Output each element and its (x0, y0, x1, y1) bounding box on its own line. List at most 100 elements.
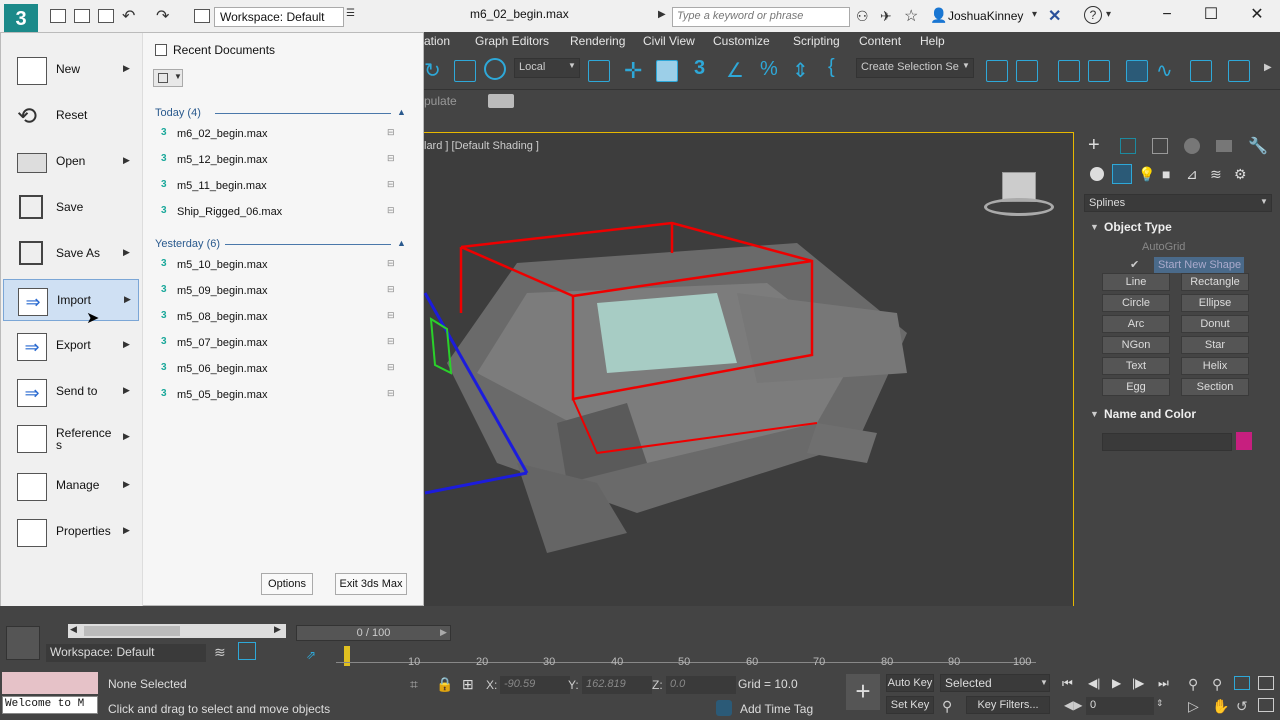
pin-icon[interactable]: ⊟ (387, 310, 395, 321)
isolate-selection-icon[interactable]: ⌗ (410, 676, 418, 693)
app-menu-export[interactable]: ⇒ Export ▶ (3, 325, 139, 367)
shape-ellipse-button[interactable]: Ellipse (1181, 294, 1249, 312)
key-filters-button[interactable]: Key Filters... (966, 696, 1050, 714)
recent-file-row[interactable]: 3 m5_05_begin.max ⊟ (157, 386, 407, 406)
recent-file-row[interactable]: 3 m6_02_begin.max ⊟ (157, 125, 407, 145)
open-file-icon[interactable] (74, 9, 90, 23)
recent-file-row[interactable]: 3 m5_07_begin.max ⊟ (157, 334, 407, 354)
next-key-icon[interactable]: |▶ (1132, 676, 1144, 690)
toggle-layer-explorer-icon[interactable] (1088, 60, 1110, 82)
shape-star-button[interactable]: Star (1181, 336, 1249, 354)
pin-icon[interactable]: ⊟ (387, 153, 395, 164)
group-header-today[interactable]: Today (4) (155, 107, 201, 119)
zoom-extents-all-icon[interactable] (1258, 676, 1274, 690)
recent-file-row[interactable]: 3 m5_10_begin.max ⊟ (157, 256, 407, 276)
go-to-end-icon[interactable]: ⏭ (1158, 676, 1169, 691)
display-options-dropdown[interactable]: ▼ (153, 69, 183, 87)
binoculars-icon[interactable]: ⚇ (856, 8, 869, 25)
field-of-view-icon[interactable]: ▷ (1188, 698, 1199, 715)
app-menu-reset[interactable]: ⟲ Reset (3, 95, 139, 137)
align-icon[interactable] (1016, 60, 1038, 82)
frame-spinner-icon[interactable]: ⇕ (1156, 698, 1164, 709)
recent-file-row[interactable]: 3 Ship_Rigged_06.max ⊟ (157, 203, 407, 223)
menu-help[interactable]: Help (920, 34, 945, 48)
app-menu-new[interactable]: New ▶ (3, 49, 139, 91)
help-dropdown-icon[interactable]: ▾ (1106, 9, 1111, 20)
pin-icon[interactable]: ⊟ (387, 388, 395, 399)
workspace-dropdown-icon[interactable]: ☰ (346, 8, 355, 19)
app-menu-manage[interactable]: Manage ▶ (3, 465, 139, 507)
search-expand-icon[interactable]: ▶ (658, 9, 666, 20)
object-color-swatch[interactable] (1236, 432, 1252, 450)
angle-snap-icon[interactable]: ∠ (726, 58, 744, 83)
select-manipulate-icon[interactable]: ✛ (624, 58, 642, 84)
recent-file-row[interactable]: 3 m5_12_begin.max ⊟ (157, 151, 407, 171)
auto-key-button[interactable]: Auto Key (886, 674, 934, 692)
menu-rendering[interactable]: Rendering (570, 34, 625, 48)
undo-icon[interactable]: ↶ (122, 6, 135, 26)
shape-section-button[interactable]: Section (1181, 378, 1249, 396)
communication-icon[interactable]: ✈ (880, 8, 892, 25)
recent-file-row[interactable]: 3 m5_11_begin.max ⊟ (157, 177, 407, 197)
orbit-icon[interactable]: ↺ (1236, 698, 1248, 715)
shape-text-button[interactable]: Text (1102, 357, 1170, 375)
rotate-icon[interactable]: ↻ (424, 58, 441, 83)
selection-set-arrow-icon[interactable]: ▼ (962, 61, 970, 70)
toolbar-more-icon[interactable]: ▶ (1264, 62, 1272, 73)
autogrid-checkbox-label[interactable]: AutoGrid (1142, 241, 1185, 253)
place-icon[interactable] (484, 58, 506, 80)
geometry-category-icon[interactable] (1090, 167, 1104, 181)
shape-helix-button[interactable]: Helix (1181, 357, 1249, 375)
key-mode-icon[interactable]: ⚲ (942, 698, 952, 715)
curve-editor-icon[interactable]: ∿ (1156, 58, 1173, 83)
app-menu-save-as[interactable]: Save As ▶ (3, 233, 139, 275)
menu-civil-view[interactable]: Civil View (643, 34, 695, 48)
selected-dropdown-arrow-icon[interactable]: ▼ (1040, 678, 1048, 687)
recent-file-row[interactable]: 3 m5_06_begin.max ⊟ (157, 360, 407, 380)
named-selection-dropdown[interactable]: Create Selection Se (856, 58, 974, 78)
menu-scripting[interactable]: Scripting (793, 34, 840, 48)
collapse-group-icon[interactable]: ▲ (397, 107, 406, 117)
username-label[interactable]: JoshuaKinney (948, 9, 1023, 23)
time-tag-icon[interactable] (716, 700, 732, 716)
hierarchy-tab-icon[interactable] (1152, 138, 1168, 154)
favorites-star-icon[interactable]: ☆ (904, 6, 918, 26)
user-icon[interactable]: 👤 (930, 7, 947, 24)
workspace-selector[interactable]: Workspace: Default (214, 7, 344, 27)
pin-icon[interactable]: ⊟ (387, 336, 395, 347)
ribbon-toggle-icon[interactable] (1126, 60, 1148, 82)
helpers-category-icon[interactable]: ⊿ (1186, 166, 1198, 183)
local-dropdown-arrow-icon[interactable]: ▼ (568, 61, 576, 70)
redo-icon[interactable]: ↷ (156, 6, 169, 26)
save-file-icon[interactable] (98, 9, 114, 23)
pivot-center-icon[interactable] (588, 60, 610, 82)
explorer-scrollbar[interactable]: ◀ ▶ (68, 624, 286, 638)
user-dropdown-icon[interactable]: ▾ (1032, 9, 1037, 20)
shape-egg-button[interactable]: Egg (1102, 378, 1170, 396)
app-menu-open[interactable]: Open ▶ (3, 141, 139, 183)
maximize-icon[interactable]: ☐ (1200, 4, 1222, 26)
schematic-view-icon[interactable] (1190, 60, 1212, 82)
app-menu-import[interactable]: ⇒ Import ▶ (3, 279, 139, 321)
object-type-collapse-icon[interactable]: ▼ (1090, 222, 1099, 232)
absolute-mode-icon[interactable]: ⊞ (462, 676, 474, 693)
set-keys-icon[interactable]: + (846, 674, 880, 710)
app-logo-icon[interactable]: 3 (4, 4, 38, 34)
workspace-selector-bottom[interactable]: Workspace: Default (46, 644, 206, 662)
pin-icon[interactable]: ⊟ (387, 258, 395, 269)
menu-graph-editors[interactable]: Graph Editors (475, 34, 549, 48)
minimize-icon[interactable]: − (1156, 4, 1178, 26)
x-coord-field[interactable]: -90.59 (500, 676, 570, 694)
object-name-input[interactable] (1102, 433, 1232, 451)
current-frame-field[interactable]: 0 (1086, 697, 1154, 715)
pin-icon[interactable]: ⊟ (387, 362, 395, 373)
zoom-extents-icon[interactable] (1234, 676, 1250, 690)
populate-tab[interactable]: pulate (424, 94, 457, 108)
zoom-icon[interactable]: ⚲ (1188, 676, 1198, 693)
create-tab-icon[interactable]: + (1088, 134, 1100, 157)
shape-circle-button[interactable]: Circle (1102, 294, 1170, 312)
start-new-shape-checkbox[interactable]: ✔ (1130, 258, 1139, 271)
group-header-yesterday[interactable]: Yesterday (6) (155, 238, 220, 250)
scroll-right-icon[interactable]: ▶ (274, 624, 281, 635)
recent-file-row[interactable]: 3 m5_09_begin.max ⊟ (157, 282, 407, 302)
